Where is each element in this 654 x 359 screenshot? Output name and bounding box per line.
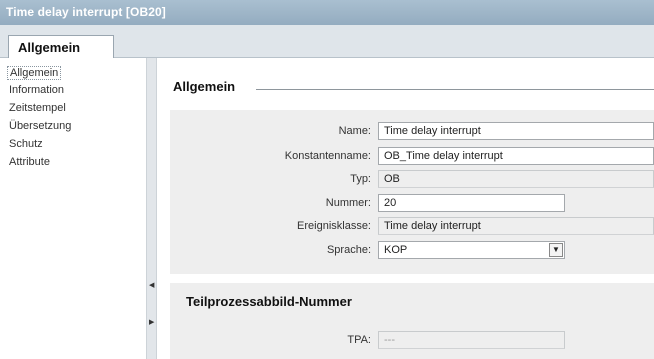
sidebar-item-attribute[interactable]: Attribute: [9, 156, 50, 168]
process-image-panel: Teilprozessabbild-Nummer TPA: ---: [170, 283, 654, 359]
constant-name-field[interactable]: OB_Time delay interrupt: [378, 147, 654, 165]
language-label: Sprache:: [326, 244, 371, 256]
collapse-left-icon[interactable]: ◀: [149, 282, 154, 289]
tab-bar: Allgemein: [0, 32, 654, 59]
tpa-select: ---: [378, 331, 565, 349]
sidebar-splitter[interactable]: ◀ ▶: [146, 58, 157, 359]
event-class-field: Time delay interrupt: [378, 217, 654, 235]
number-label: Nummer:: [325, 197, 371, 209]
window-title-bar: Time delay interrupt [OB20]: [0, 0, 654, 25]
name-label: Name:: [338, 125, 371, 137]
event-class-label: Ereignisklasse:: [297, 220, 371, 232]
tab-allgemein[interactable]: Allgemein: [8, 35, 114, 59]
sidebar-item-information[interactable]: Information: [9, 84, 64, 96]
section-divider: [256, 89, 654, 90]
window-title: Time delay interrupt [OB20]: [6, 5, 166, 19]
expand-right-icon[interactable]: ▶: [149, 319, 154, 326]
sidebar-item-schutz[interactable]: Schutz: [9, 138, 43, 150]
tpa-label: TPA:: [347, 334, 371, 346]
number-field[interactable]: 20: [378, 194, 565, 212]
section-title-allgemein: Allgemein: [173, 79, 236, 94]
language-value: KOP: [384, 244, 408, 256]
title-separator: [0, 25, 654, 32]
chevron-down-icon[interactable]: ▼: [549, 243, 563, 257]
type-label: Typ:: [350, 173, 371, 185]
sidebar-item-allgemein[interactable]: Allgemein: [7, 66, 62, 80]
general-panel: Name: Time delay interrupt Konstantennam…: [170, 110, 654, 274]
sidebar-item-uebersetzung[interactable]: Übersetzung: [9, 120, 71, 132]
properties-content: Allgemein Name: Time delay interrupt Kon…: [157, 58, 654, 359]
sidebar-nav: Allgemein Information Zeitstempel Überse…: [0, 58, 146, 359]
language-select[interactable]: KOP ▼: [378, 241, 565, 259]
type-field: OB: [378, 170, 654, 188]
name-field[interactable]: Time delay interrupt: [378, 122, 654, 140]
section-title-process-image: Teilprozessabbild-Nummer: [186, 294, 352, 309]
constant-name-label: Konstantenname:: [284, 150, 371, 162]
sidebar-item-zeitstempel[interactable]: Zeitstempel: [9, 102, 66, 114]
